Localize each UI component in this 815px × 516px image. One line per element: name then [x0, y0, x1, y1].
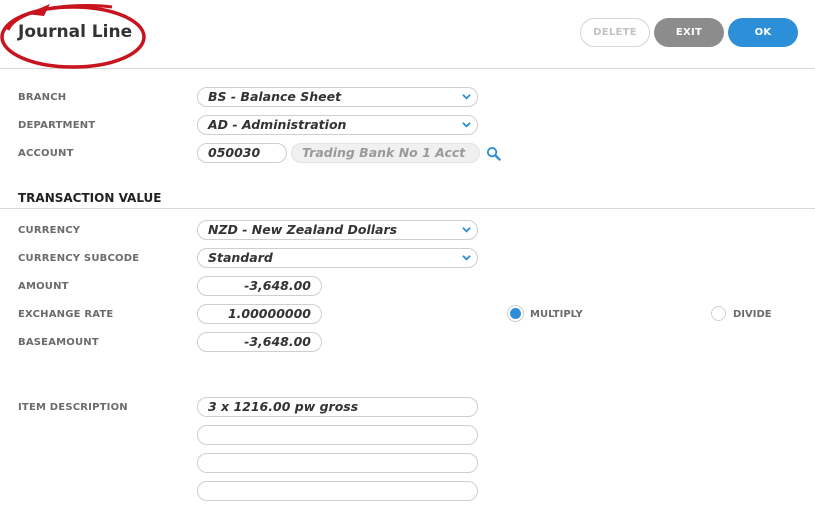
search-icon[interactable]: [486, 146, 501, 161]
baseamount-input[interactable]: -3,648.00: [197, 332, 322, 352]
page-title: Journal Line: [18, 22, 133, 42]
item-description-line-4[interactable]: [197, 481, 478, 501]
account-code-input[interactable]: 050030: [197, 143, 287, 163]
item-description-line-3[interactable]: [197, 453, 478, 473]
department-select[interactable]: AD - Administration: [197, 115, 478, 135]
amount-input[interactable]: -3,648.00: [197, 276, 322, 296]
branch-label: BRANCH: [18, 92, 67, 103]
item-description-label: ITEM DESCRIPTION: [18, 402, 128, 413]
chevron-down-icon: [462, 122, 471, 128]
delete-button[interactable]: DELETE: [580, 18, 650, 47]
exchange-rate-label: EXCHANGE RATE: [18, 309, 114, 320]
branch-select[interactable]: BS - Balance Sheet: [197, 87, 478, 107]
currency-subcode-select[interactable]: Standard: [197, 248, 478, 268]
section-divider: [0, 208, 815, 209]
item-description-line-2[interactable]: [197, 425, 478, 445]
exchange-rate-input[interactable]: 1.00000000: [197, 304, 322, 324]
account-name-field: Trading Bank No 1 Acct: [291, 143, 480, 163]
exit-button[interactable]: EXIT: [654, 18, 724, 47]
item-description-line-1[interactable]: 3 x 1216.00 pw gross: [197, 397, 478, 417]
department-label: DEPARTMENT: [18, 120, 96, 131]
divide-radio[interactable]: [711, 306, 726, 321]
chevron-down-icon: [462, 94, 471, 100]
chevron-down-icon: [462, 255, 471, 261]
chevron-down-icon: [462, 227, 471, 233]
baseamount-label: BASEAMOUNT: [18, 337, 99, 348]
department-value: AD - Administration: [208, 117, 347, 132]
divide-radio-label: DIVIDE: [733, 309, 772, 320]
currency-subcode-value: Standard: [208, 250, 273, 265]
currency-select[interactable]: NZD - New Zealand Dollars: [197, 220, 478, 240]
currency-value: NZD - New Zealand Dollars: [208, 222, 398, 237]
amount-label: AMOUNT: [18, 281, 69, 292]
currency-subcode-label: CURRENCY SUBCODE: [18, 253, 140, 264]
multiply-radio-label: MULTIPLY: [530, 309, 583, 320]
currency-label: CURRENCY: [18, 225, 81, 236]
header-bar: Journal Line DELETE EXIT OK: [0, 0, 815, 69]
branch-value: BS - Balance Sheet: [208, 89, 342, 104]
account-label: ACCOUNT: [18, 148, 74, 159]
ok-button[interactable]: OK: [728, 18, 798, 47]
section-title-transaction-value: TRANSACTION VALUE: [18, 191, 162, 205]
multiply-radio[interactable]: [508, 306, 523, 321]
